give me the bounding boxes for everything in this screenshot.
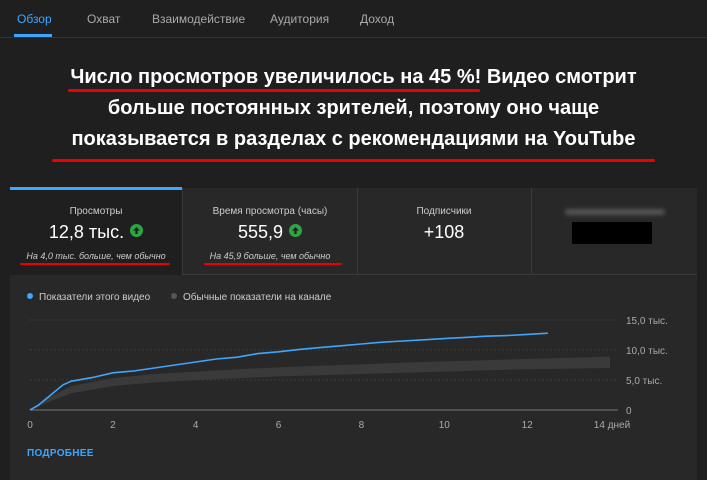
metric-label: Подписчики <box>416 206 472 217</box>
tab-engagement[interactable]: Взаимодействие <box>152 12 245 26</box>
arrow-up-icon <box>289 224 303 237</box>
metric-watch-time[interactable]: Время просмотра (часы) 555,9 На 45,9 бол… <box>183 188 357 275</box>
metric-label: Время просмотра (часы) <box>212 206 328 217</box>
metric-note: На 45,9 больше, чем обычно <box>209 251 331 261</box>
blurred-label <box>565 209 665 215</box>
insight-banner: Число просмотров увеличилось на 45 %! Ви… <box>0 62 707 155</box>
tab-reach[interactable]: Охват <box>87 12 120 26</box>
banner-line-1-rest: Видео смотрит <box>481 66 637 88</box>
metric-value: 555,9 <box>183 222 357 243</box>
metric-views[interactable]: Просмотры 12,8 тыс. На 4,0 тыс. больше, … <box>10 188 182 275</box>
metric-label: Просмотры <box>69 206 123 217</box>
metric-subscribers[interactable]: Подписчики +108 <box>357 188 531 275</box>
banner-line-2: больше постоянных зрителей, поэтому оно … <box>107 97 600 119</box>
metric-value: +108 <box>423 222 465 242</box>
legend-dot-icon <box>27 293 33 299</box>
note-underline-watch-time <box>204 263 342 265</box>
metric-divider <box>531 188 532 275</box>
tab-overview[interactable]: Обзор <box>17 12 52 26</box>
banner-highlight: Число просмотров увеличилось на 45 %! <box>70 66 482 88</box>
redacted-value <box>572 222 652 244</box>
selected-metric-indicator <box>10 187 182 190</box>
metric-value: 12,8 тыс. <box>10 222 182 243</box>
highlight-underline-1 <box>68 89 480 92</box>
legend-label: Обычные показатели на канале <box>183 292 332 303</box>
metric-value-text: 555,9 <box>237 222 284 242</box>
banner-line-3: показывается в разделах с рекомендациями… <box>71 128 636 150</box>
arrow-up-icon <box>130 224 144 237</box>
metric-value-text: 12,8 тыс. <box>48 222 125 242</box>
metric-note: На 4,0 тыс. больше, чем обычно <box>26 251 166 261</box>
legend-this-video: Показатели этого видео <box>27 292 150 303</box>
tab-revenue[interactable]: Доход <box>360 12 394 26</box>
legend-channel-typical: Обычные показатели на канале <box>171 292 331 303</box>
tab-audience[interactable]: Аудитория <box>270 12 329 26</box>
metric-divider <box>182 188 183 275</box>
legend-dot-icon <box>171 293 177 299</box>
legend-label: Показатели этого видео <box>39 292 151 303</box>
metric-divider <box>357 188 358 275</box>
more-details-link[interactable]: ПОДРОБНЕЕ <box>27 448 94 459</box>
active-tab-indicator <box>14 34 52 37</box>
note-underline-views <box>20 263 170 265</box>
analytics-tabs: Обзор Охват Взаимодействие Аудитория Дох… <box>0 0 707 38</box>
highlight-underline-2 <box>52 159 655 162</box>
